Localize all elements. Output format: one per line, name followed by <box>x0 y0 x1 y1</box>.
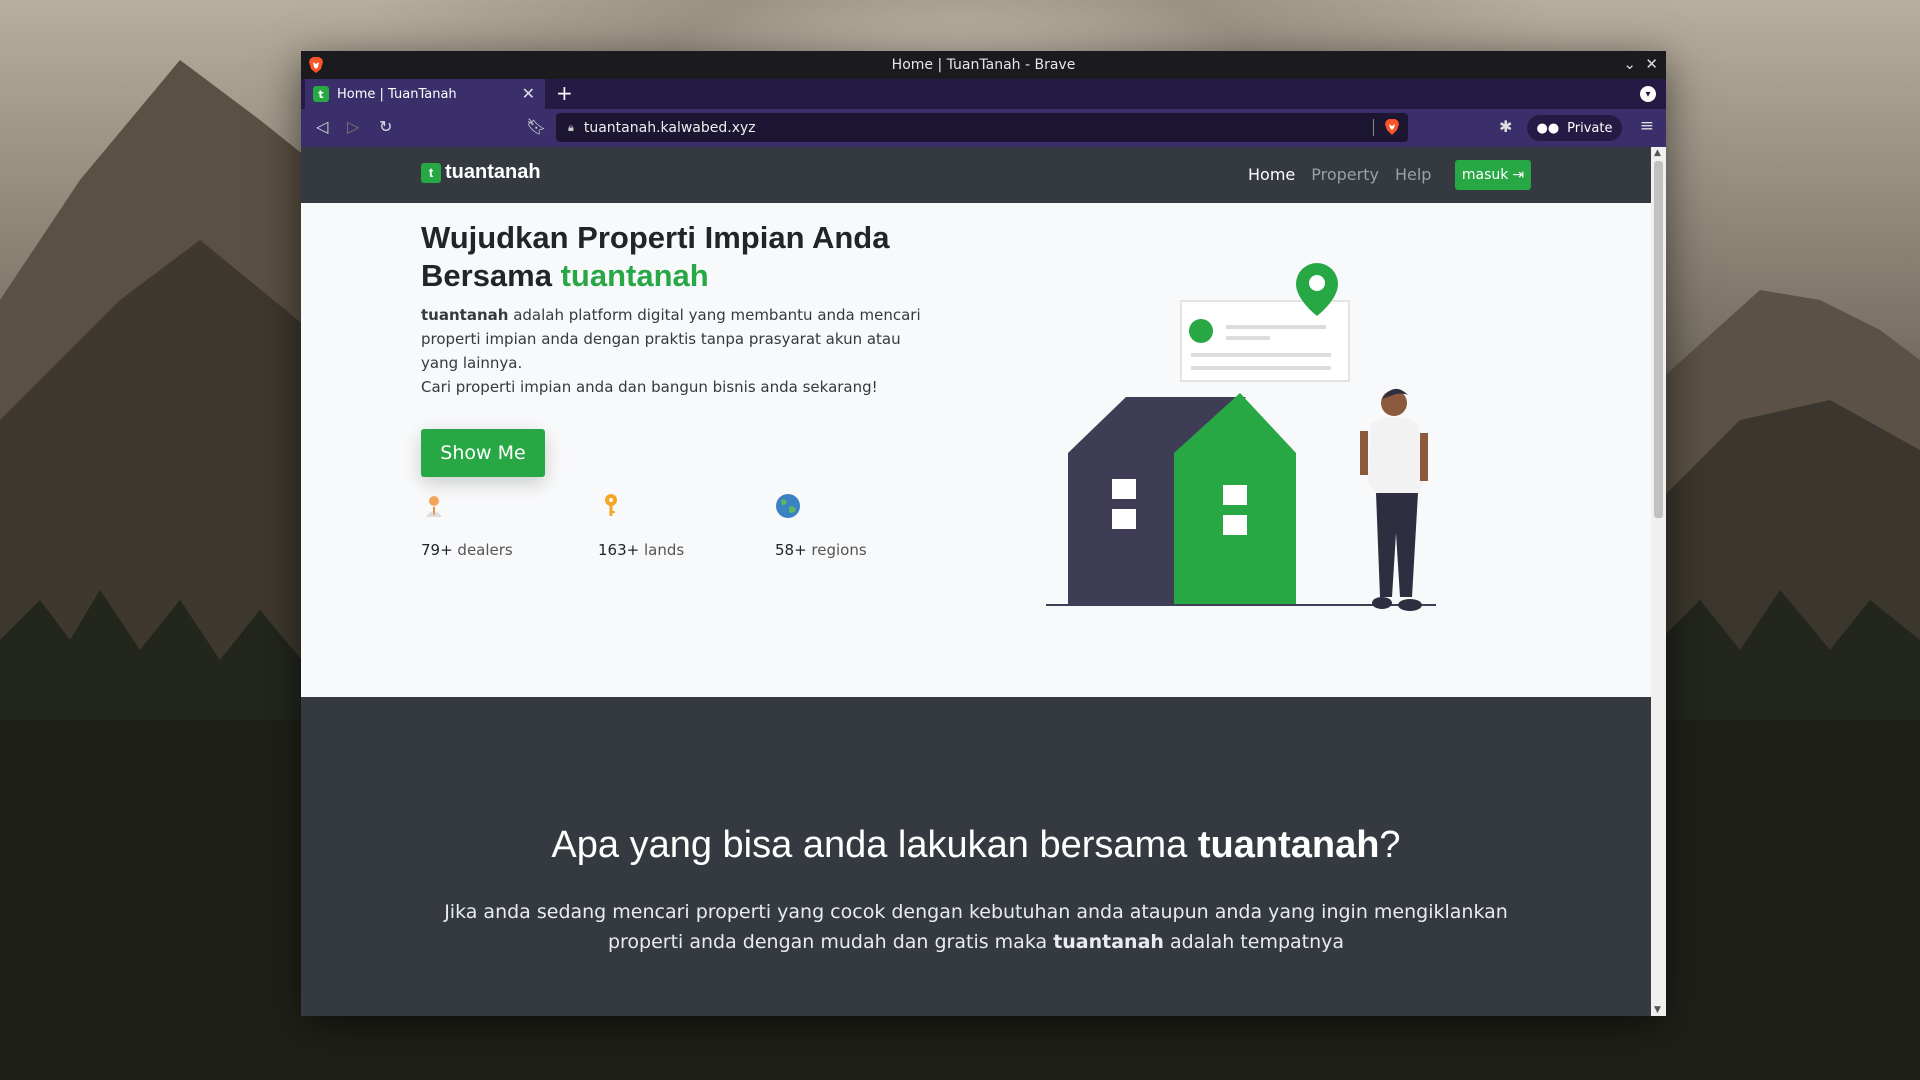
tab-bar: t Home | TuanTanah ✕ + ▾ <box>301 79 1666 109</box>
stat-regions: 58+ regions <box>775 493 915 559</box>
features-title-prefix: Apa yang bisa anda lakukan bersama <box>551 824 1198 866</box>
stat-regions-value: 58+ <box>775 541 807 559</box>
extensions-icon[interactable]: ✱ <box>1499 117 1512 136</box>
brave-shields-icon[interactable] <box>1384 118 1400 136</box>
scroll-down-icon[interactable]: ▼ <box>1654 1005 1661 1015</box>
features-desc-prefix: Jika anda sedang mencari properti yang c… <box>444 901 1508 953</box>
stat-lands: 163+ lands <box>598 493 738 559</box>
private-label: Private <box>1567 120 1613 136</box>
hero-title: Wujudkan Properti Impian Anda Bersama tu… <box>421 219 961 295</box>
hero-title-line1: Wujudkan Properti Impian Anda <box>421 220 890 255</box>
forward-icon[interactable]: ▷ <box>347 117 359 136</box>
hero-description: tuantanah adalah platform digital yang m… <box>421 303 921 399</box>
title-bar: Home | TuanTanah - Brave ⌄ ✕ <box>301 51 1666 79</box>
new-tab-icon[interactable]: + <box>556 81 573 105</box>
tab-home[interactable]: t Home | TuanTanah ✕ <box>305 79 545 109</box>
nav-property[interactable]: Property <box>1311 165 1379 184</box>
tab-search-icon[interactable]: ▾ <box>1640 86 1656 102</box>
page-viewport: t tuantanah Home Property Help masuk ⇥ W… <box>301 147 1651 1016</box>
stat-dealers: 79+ dealers <box>421 493 561 559</box>
features-section: Apa yang bisa anda lakukan bersama tuant… <box>301 697 1651 1016</box>
url-divider <box>1373 119 1374 136</box>
lock-icon: 🔒︎ <box>568 120 574 134</box>
menu-icon[interactable]: ≡ <box>1640 116 1654 136</box>
private-glasses-icon: ●● <box>1536 120 1560 136</box>
close-window-icon[interactable]: ✕ <box>1645 55 1658 73</box>
nav-help[interactable]: Help <box>1395 165 1431 184</box>
site-brand[interactable]: t tuantanah <box>421 161 541 184</box>
stat-regions-label: regions <box>806 541 867 559</box>
hero-desc-line2: Cari properti impian anda dan bangun bis… <box>421 378 878 396</box>
address-bar[interactable]: 🔒︎ tuantanah.kalwabed.xyz <box>556 113 1408 142</box>
scrollbar-thumb[interactable] <box>1654 161 1663 518</box>
key-icon <box>605 494 617 516</box>
page-scrollbar[interactable]: ▲ ▼ <box>1651 147 1666 1016</box>
dealer-icon <box>426 496 442 517</box>
bookmark-icon[interactable]: 🔖︎ <box>526 117 546 136</box>
nav-links: Home Property Help <box>1248 165 1431 184</box>
stat-dealers-value: 79+ <box>421 541 453 559</box>
globe-icon <box>776 494 800 518</box>
window-title: Home | TuanTanah - Brave <box>891 57 1076 73</box>
nav-home[interactable]: Home <box>1248 165 1295 184</box>
browser-toolbar: ◁ ▷ ↻ 🔖︎ 🔒︎ tuantanah.kalwabed.xyz ✱ ●● … <box>301 109 1666 147</box>
stat-dealers-label: dealers <box>452 541 513 559</box>
stat-lands-label: lands <box>639 541 685 559</box>
minimize-icon[interactable]: ⌄ <box>1623 55 1636 73</box>
show-me-button[interactable]: Show Me <box>421 429 545 477</box>
brand-name: tuantanah <box>445 161 541 183</box>
features-title: Apa yang bisa anda lakukan bersama tuant… <box>301 824 1651 867</box>
brand-logo-icon: t <box>421 162 441 183</box>
features-title-suffix: ? <box>1379 824 1401 866</box>
features-title-brand: tuantanah <box>1197 824 1380 866</box>
hero-section: Wujudkan Properti Impian Anda Bersama tu… <box>301 203 1651 697</box>
login-button[interactable]: masuk ⇥ <box>1455 160 1531 190</box>
site-navbar: t tuantanah Home Property Help masuk ⇥ <box>301 147 1651 203</box>
sign-in-icon: ⇥ <box>1512 167 1525 183</box>
scroll-up-icon[interactable]: ▲ <box>1654 148 1661 158</box>
hero-desc-brand: tuantanah <box>421 306 509 324</box>
brave-logo-icon <box>309 57 323 73</box>
login-label: masuk <box>1461 167 1509 183</box>
private-window-badge[interactable]: ●● Private <box>1527 115 1622 141</box>
url-text: tuantanah.kalwabed.xyz <box>583 119 756 136</box>
browser-window: Home | TuanTanah - Brave ⌄ ✕ t Home | Tu… <box>301 51 1666 1016</box>
reload-icon[interactable]: ↻ <box>379 117 392 136</box>
back-icon[interactable]: ◁ <box>316 117 328 136</box>
features-description: Jika anda sedang mencari properti yang c… <box>411 897 1541 957</box>
favicon-icon: t <box>313 86 329 102</box>
tab-label: Home | TuanTanah <box>337 86 457 102</box>
hero-title-accent: tuantanah <box>560 258 709 293</box>
features-desc-suffix: adalah tempatnya <box>1163 931 1345 953</box>
features-desc-brand: tuantanah <box>1053 931 1164 953</box>
house-illustration <box>1046 263 1436 611</box>
tab-close-icon[interactable]: ✕ <box>522 84 535 103</box>
stat-lands-value: 163+ <box>598 541 640 559</box>
hero-title-line2: Bersama <box>421 258 561 293</box>
